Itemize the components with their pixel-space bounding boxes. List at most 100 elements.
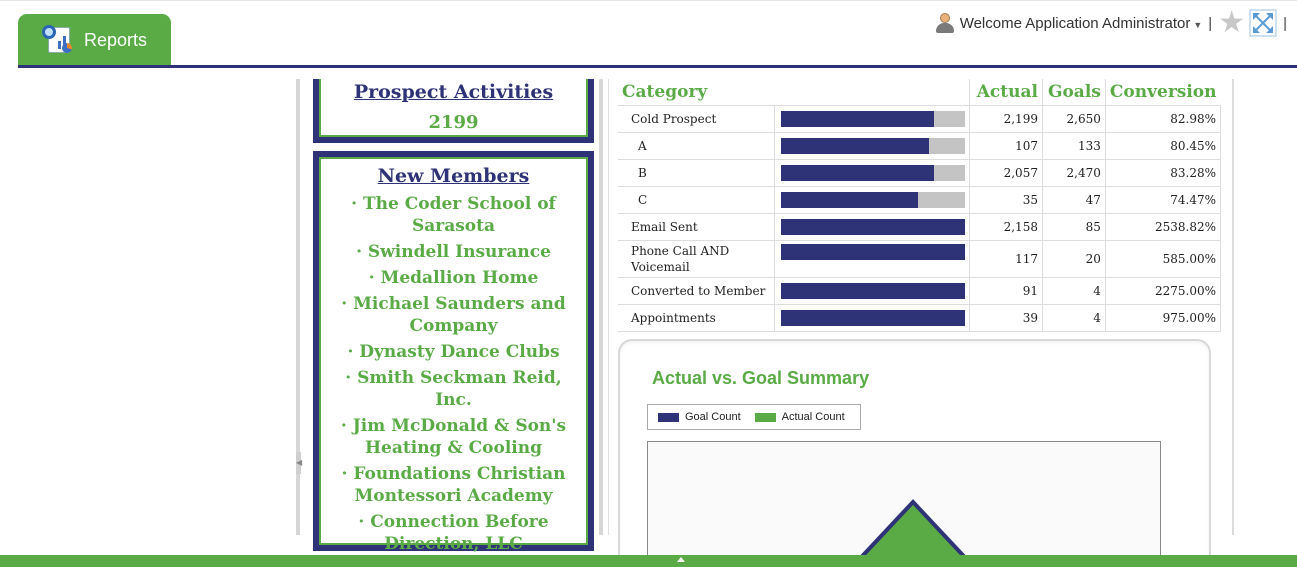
category-conversion-table: Category Actual Goals Conversion Cold Pr… — [618, 79, 1222, 332]
conversion-cell: 80.45% — [1104, 131, 1222, 160]
column-header-conversion[interactable]: Conversion — [1104, 79, 1221, 105]
conversion-progress-bar — [781, 309, 966, 326]
actual-cell: 91 — [969, 276, 1043, 305]
column-header-category[interactable]: Category — [618, 79, 970, 105]
progress-fill — [781, 137, 930, 154]
member-item[interactable]: · Jim McDonald & Son's Heating & Cooling — [337, 415, 570, 459]
category-cell: B — [618, 158, 776, 187]
conversion-progress-bar — [781, 110, 966, 127]
goals-cell: 133 — [1041, 131, 1106, 160]
expand-footer-arrow-icon[interactable] — [677, 557, 685, 562]
separator: | — [1208, 14, 1213, 32]
chart-plot-area — [647, 441, 1161, 567]
category-cell: Phone Call AND Voicemail — [618, 239, 776, 278]
new-members-title[interactable]: New Members — [319, 165, 588, 187]
member-item[interactable]: · Foundations Christian Montessori Acade… — [337, 463, 570, 507]
user-bar: Welcome Application Administrator ▼ | ★ | — [935, 8, 1293, 38]
goals-cell: 85 — [1041, 212, 1106, 241]
header-divider — [18, 65, 1297, 68]
tab-reports[interactable]: Reports — [18, 14, 171, 66]
conversion-progress-bar — [781, 218, 966, 235]
goals-cell: 2,650 — [1041, 104, 1106, 133]
separator-end: | — [1283, 14, 1287, 32]
member-item[interactable]: · The Coder School of Sarasota — [337, 193, 570, 237]
table-row[interactable]: Appointments 39 4 975.00% — [618, 303, 1222, 332]
legend-swatch-goal — [658, 412, 679, 422]
progress-fill — [781, 243, 966, 260]
member-item[interactable]: · Swindell Insurance — [337, 241, 570, 263]
progress-fill — [781, 191, 919, 208]
conversion-progress-bar — [781, 191, 966, 208]
conversion-cell: 2275.00% — [1104, 276, 1222, 305]
new-members-list: · The Coder School of Sarasota · Swindel… — [337, 193, 570, 559]
actual-cell: 117 — [969, 239, 1043, 278]
footer-bar — [0, 555, 1297, 567]
progress-fill — [781, 164, 935, 181]
legend-item-goal[interactable]: Goal Count — [658, 411, 741, 423]
goals-cell: 47 — [1041, 185, 1106, 214]
actual-vs-goal-summary-card: Actual vs. Goal Summary Goal Count Actua… — [618, 339, 1211, 567]
goals-cell: 4 — [1041, 276, 1106, 305]
user-icon — [935, 12, 955, 34]
tab-reports-label: Reports — [84, 29, 148, 50]
category-cell: A — [618, 131, 776, 160]
actual-cell: 35 — [969, 185, 1043, 214]
conversion-progress-bar — [781, 243, 966, 260]
member-item[interactable]: · Michael Saunders and Company — [337, 293, 570, 337]
top-border — [0, 0, 1297, 1]
table-header-row: Category Actual Goals Conversion — [618, 79, 1221, 105]
prospect-activities-title[interactable]: Prospect Activities — [319, 81, 588, 103]
actual-cell: 2,158 — [969, 212, 1043, 241]
legend-label-actual: Actual Count — [781, 411, 845, 423]
category-cell: Cold Prospect — [618, 104, 776, 133]
actual-cell: 2,057 — [969, 158, 1043, 187]
member-item[interactable]: · Connection Before Direction, LLC — [337, 511, 570, 555]
conversion-cell: 2538.82% — [1104, 212, 1222, 241]
user-menu[interactable]: Welcome Application Administrator ▼ — [960, 15, 1207, 32]
column-header-actual[interactable]: Actual — [969, 79, 1043, 105]
progress-fill — [781, 110, 934, 127]
member-item[interactable]: · Medallion Home — [337, 267, 570, 289]
prospect-activities-count: 2199 — [428, 112, 479, 133]
right-panel-border — [1232, 79, 1234, 535]
conversion-progress-bar — [781, 137, 966, 154]
member-item[interactable]: · Dynasty Dance Clubs — [337, 341, 570, 363]
table-row[interactable]: Cold Prospect 2,199 2,650 82.98% — [618, 104, 1222, 133]
conversion-progress-bar — [781, 282, 966, 299]
progress-fill — [781, 218, 966, 235]
conversion-cell: 74.47% — [1104, 185, 1222, 214]
progress-fill — [781, 309, 966, 326]
category-cell: Converted to Member — [618, 276, 776, 305]
actual-cell: 107 — [969, 131, 1043, 160]
welcome-text: Welcome Application Administrator — [959, 14, 1191, 32]
legend-item-actual[interactable]: Actual Count — [754, 411, 845, 423]
table-row[interactable]: Email Sent 2,158 85 2538.82% — [618, 212, 1222, 241]
favorite-star-icon[interactable]: ★ — [1218, 8, 1245, 38]
conversion-progress-bar — [781, 164, 966, 181]
goals-cell: 2,470 — [1041, 158, 1106, 187]
table-row[interactable]: Phone Call AND Voicemail 117 20 585.00% — [618, 239, 1222, 278]
fullscreen-expand-icon[interactable] — [1249, 9, 1277, 37]
goals-cell: 20 — [1041, 239, 1106, 278]
prospect-activities-widget: Prospect Activities 2199 — [313, 79, 594, 143]
goals-cell: 4 — [1041, 303, 1106, 332]
progress-fill — [781, 282, 966, 299]
summary-chart-svg — [849, 499, 977, 567]
conversion-cell: 585.00% — [1104, 239, 1222, 278]
chart-legend: Goal Count Actual Count — [647, 404, 861, 430]
actual-cell: 39 — [969, 303, 1043, 332]
collapse-left-handle[interactable]: ◀ — [296, 452, 302, 474]
member-item[interactable]: · Smith Seckman Reid, Inc. — [337, 367, 570, 411]
table-row[interactable]: B 2,057 2,470 83.28% — [618, 158, 1222, 187]
conversion-cell: 975.00% — [1104, 303, 1222, 332]
category-cell: C — [618, 185, 776, 214]
column-header-goals[interactable]: Goals — [1041, 79, 1106, 105]
table-row[interactable]: C 35 47 74.47% — [618, 185, 1222, 214]
column-divider — [599, 79, 603, 535]
table-row[interactable]: A 107 133 80.45% — [618, 131, 1222, 160]
reports-icon — [42, 25, 74, 55]
column-divider-inner — [608, 79, 609, 535]
actual-cell: 2,199 — [969, 104, 1043, 133]
conversion-cell: 83.28% — [1104, 158, 1222, 187]
table-row[interactable]: Converted to Member 91 4 2275.00% — [618, 276, 1222, 305]
